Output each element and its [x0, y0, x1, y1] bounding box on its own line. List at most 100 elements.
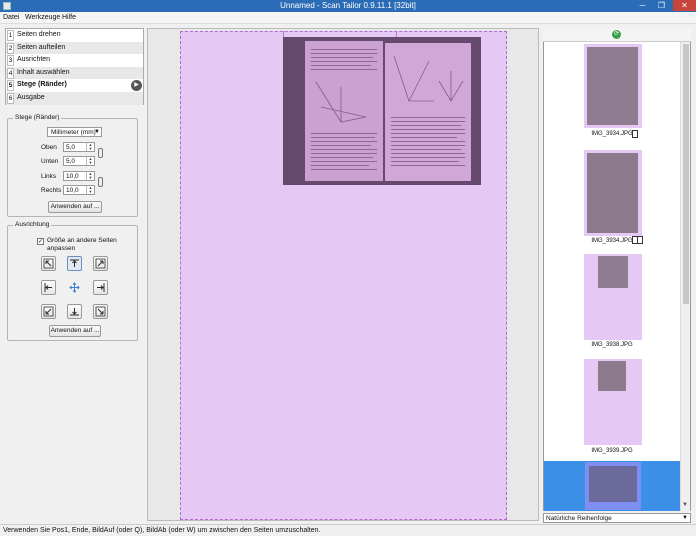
step-output[interactable]: 6 Ausgabe — [6, 92, 143, 105]
step-number: 2 — [7, 42, 14, 54]
step-label: Ausrichten — [17, 56, 51, 64]
thumbnail-3[interactable] — [584, 254, 642, 340]
step-list: 1 Seiten drehen 2 Seiten aufteilen 3 Aus… — [5, 28, 144, 105]
step-number: 4 — [7, 67, 14, 79]
left-margin-input[interactable]: 10,0 ▲ ▼ — [63, 171, 95, 181]
menu-tools[interactable]: Werkzeuge — [25, 14, 60, 21]
chevron-down-icon: ▼ — [94, 129, 100, 135]
thumbnail-2-label: IMG_3934.JPG — [591, 238, 633, 244]
arrow-top-left-icon — [43, 258, 54, 269]
sort-order-select[interactable]: Natürliche Reihenfolge ▼ — [543, 513, 691, 523]
match-size-checkbox[interactable]: ✓ — [37, 238, 44, 245]
move-center-icon — [69, 282, 80, 293]
status-bar: Verwenden Sie Pos1, Ende, BildAuf (oder … — [0, 524, 696, 536]
thumbnail-image — [589, 466, 637, 502]
thumbnail-1[interactable] — [584, 44, 642, 128]
step-number: 6 — [7, 93, 14, 104]
arrow-left-icon — [44, 283, 52, 292]
alignment-group: Ausrichtung ✓ Größe an andere Seiten anp… — [7, 221, 138, 341]
step-label: Ausgabe — [17, 94, 45, 101]
step-number: 1 — [7, 30, 14, 41]
left-margin-value: 10,0 — [66, 173, 79, 180]
arrow-bottom-left-icon — [43, 306, 54, 317]
link-vertical-icon[interactable] — [98, 148, 103, 158]
sync-icon[interactable]: ⟳ — [612, 30, 621, 39]
step-rotate[interactable]: 1 Seiten drehen — [6, 29, 143, 42]
step-number: 3 — [7, 55, 14, 67]
unit-select-value: Millimeter (mm) — [51, 129, 96, 136]
menu-help[interactable]: Hilfe — [62, 14, 76, 21]
spin-arrows-icon[interactable]: ▲ ▼ — [86, 186, 94, 194]
photo-tint — [283, 37, 481, 185]
spin-arrows-icon[interactable]: ▲ ▼ — [86, 143, 94, 151]
window-title: Unnamed - Scan Tailor 0.9.11.1 [32bit] — [280, 1, 416, 10]
step-label: Stege (Ränder) — [17, 81, 67, 89]
step-label: Seiten aufteilen — [17, 43, 66, 51]
align-bottom-right-button[interactable] — [93, 304, 108, 319]
margins-group-title: Stege (Ränder) — [13, 114, 62, 121]
step-margins[interactable]: 5 Stege (Ränder) ▶ — [6, 79, 143, 92]
align-top-button[interactable] — [67, 256, 82, 271]
thumbnail-scrollbar[interactable]: ▼ — [680, 42, 690, 511]
right-margin-value: 10,0 — [66, 187, 79, 194]
top-margin-input[interactable]: 5,0 ▲ ▼ — [63, 142, 95, 152]
arrow-bottom-right-icon — [95, 306, 106, 317]
right-margin-label: Rechts — [41, 187, 62, 194]
thumbnail-3-label: IMG_3938.JPG — [591, 342, 633, 348]
link-horizontal-icon[interactable] — [98, 177, 103, 187]
step-label: Inhalt auswählen — [17, 68, 70, 76]
match-size-label-line2: anpassen — [47, 245, 76, 252]
thumbnail-1-label: IMG_3934.JPG — [591, 131, 633, 137]
step-select-content[interactable]: 4 Inhalt auswählen — [6, 66, 143, 80]
maximize-button[interactable]: ❐ — [654, 0, 669, 11]
spin-arrows-icon[interactable]: ▲ ▼ — [86, 172, 94, 180]
align-bottom-button[interactable] — [67, 304, 82, 319]
step-number: 5 — [7, 80, 14, 92]
alignment-group-title: Ausrichtung — [13, 221, 52, 228]
match-size-label-line1: Größe an andere Seiten — [47, 237, 117, 244]
thumbnail-toolbar: ⟳ — [543, 28, 691, 42]
page-photo — [283, 37, 481, 185]
align-center-button[interactable] — [67, 280, 82, 295]
thumbnail-image — [598, 361, 626, 391]
sort-order-value: Natürliche Reihenfolge — [546, 515, 612, 522]
bottom-margin-label: Unten — [41, 158, 59, 165]
arrow-top-icon — [70, 259, 79, 267]
chevron-down-icon: ▼ — [682, 515, 688, 521]
right-margin-input[interactable]: 10,0 ▲ ▼ — [63, 185, 95, 195]
step-deskew[interactable]: 3 Ausrichten — [6, 54, 143, 67]
scroll-down-icon[interactable]: ▼ — [682, 502, 688, 508]
minimize-button[interactable]: ─ — [635, 0, 650, 11]
close-button[interactable]: ✕ — [673, 0, 696, 11]
align-top-right-button[interactable] — [93, 256, 108, 271]
arrow-top-right-icon — [95, 258, 106, 269]
arrow-bottom-icon — [70, 308, 79, 316]
unit-select[interactable]: Millimeter (mm) ▼ — [47, 127, 102, 137]
step-label: Seiten drehen — [17, 31, 61, 38]
step-split[interactable]: 2 Seiten aufteilen — [6, 41, 143, 55]
bottom-margin-input[interactable]: 5,0 ▲ ▼ — [63, 156, 95, 166]
top-margin-label: Oben — [41, 144, 57, 151]
margins-group: Stege (Ränder) Millimeter (mm) ▼ Oben 5,… — [7, 114, 138, 217]
play-icon[interactable]: ▶ — [131, 80, 142, 92]
align-left-button[interactable] — [41, 280, 56, 295]
title-bar: Unnamed - Scan Tailor 0.9.11.1 [32bit] ─… — [0, 0, 696, 12]
thumbnail-5-selected[interactable] — [544, 461, 680, 511]
thumbnail-2[interactable] — [584, 150, 642, 236]
thumbnail-4-label: IMG_3939.JPG — [591, 448, 633, 454]
bottom-margin-value: 5,0 — [66, 158, 76, 165]
left-margin-label: Links — [41, 173, 57, 180]
scrollbar-thumb[interactable] — [683, 44, 689, 304]
single-page-icon — [632, 130, 638, 138]
alignment-apply-button[interactable]: Anwenden auf ... — [49, 325, 101, 337]
margins-apply-button[interactable]: Anwenden auf ... — [48, 201, 102, 213]
menu-file[interactable]: Datei — [3, 14, 19, 21]
align-right-button[interactable] — [93, 280, 108, 295]
thumbnail-image — [587, 153, 638, 233]
thumbnail-image — [587, 47, 638, 125]
thumbnail-4[interactable] — [584, 359, 642, 445]
spin-arrows-icon[interactable]: ▲ ▼ — [86, 157, 94, 165]
align-top-left-button[interactable] — [41, 256, 56, 271]
align-bottom-left-button[interactable] — [41, 304, 56, 319]
single-page-icon — [637, 236, 643, 244]
